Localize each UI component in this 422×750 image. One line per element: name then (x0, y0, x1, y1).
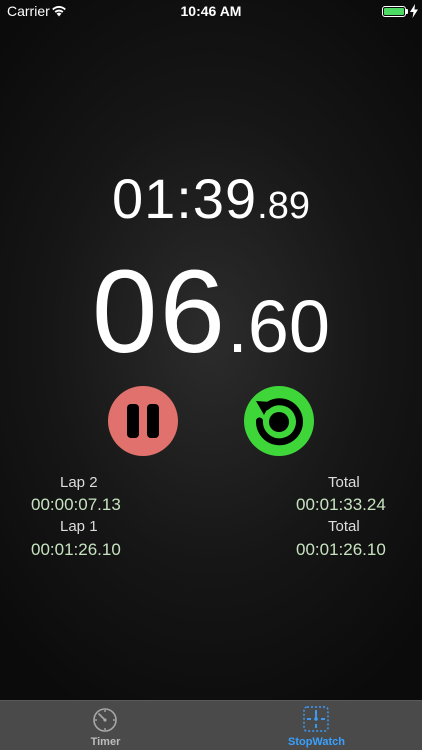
lap-time-value: 00:01:26.10 (31, 540, 121, 559)
tab-timer-label: Timer (90, 736, 121, 748)
pause-button[interactable] (108, 386, 178, 456)
tab-stopwatch[interactable]: StopWatch (211, 701, 422, 750)
reset-icon (255, 398, 303, 446)
current-lap-display: 06.60 (0, 244, 422, 380)
total-time-value: 00:01:26.10 (296, 540, 386, 559)
reset-button[interactable] (244, 386, 314, 456)
total-elapsed-fraction: .89 (257, 185, 310, 227)
status-time: 10:46 AM (180, 3, 242, 19)
total-elapsed-display: 01:39.89 (0, 166, 422, 231)
lap-label: Lap 2 (60, 474, 98, 491)
total-label: Total (328, 518, 360, 535)
total-elapsed-main: 01:39 (112, 167, 258, 230)
timer-icon (93, 708, 117, 732)
stopwatch-icon (303, 706, 329, 732)
tab-bar: Timer StopWatch (0, 700, 422, 750)
current-lap-main: 06 (91, 246, 228, 378)
tab-stopwatch-label: StopWatch (287, 736, 346, 748)
battery-cap (406, 9, 408, 14)
charging-bolt-icon (410, 4, 418, 18)
total-time-value: 00:01:33.24 (296, 495, 386, 514)
lap-label: Lap 1 (60, 518, 98, 535)
status-bar: Carrier 10:46 AM (0, 0, 422, 24)
total-label: Total (328, 474, 360, 491)
lap-time-value: 00:00:07.13 (31, 495, 121, 514)
current-lap-fraction: .60 (227, 285, 331, 368)
battery-icon (382, 6, 406, 17)
tab-timer[interactable]: Timer (0, 701, 211, 750)
